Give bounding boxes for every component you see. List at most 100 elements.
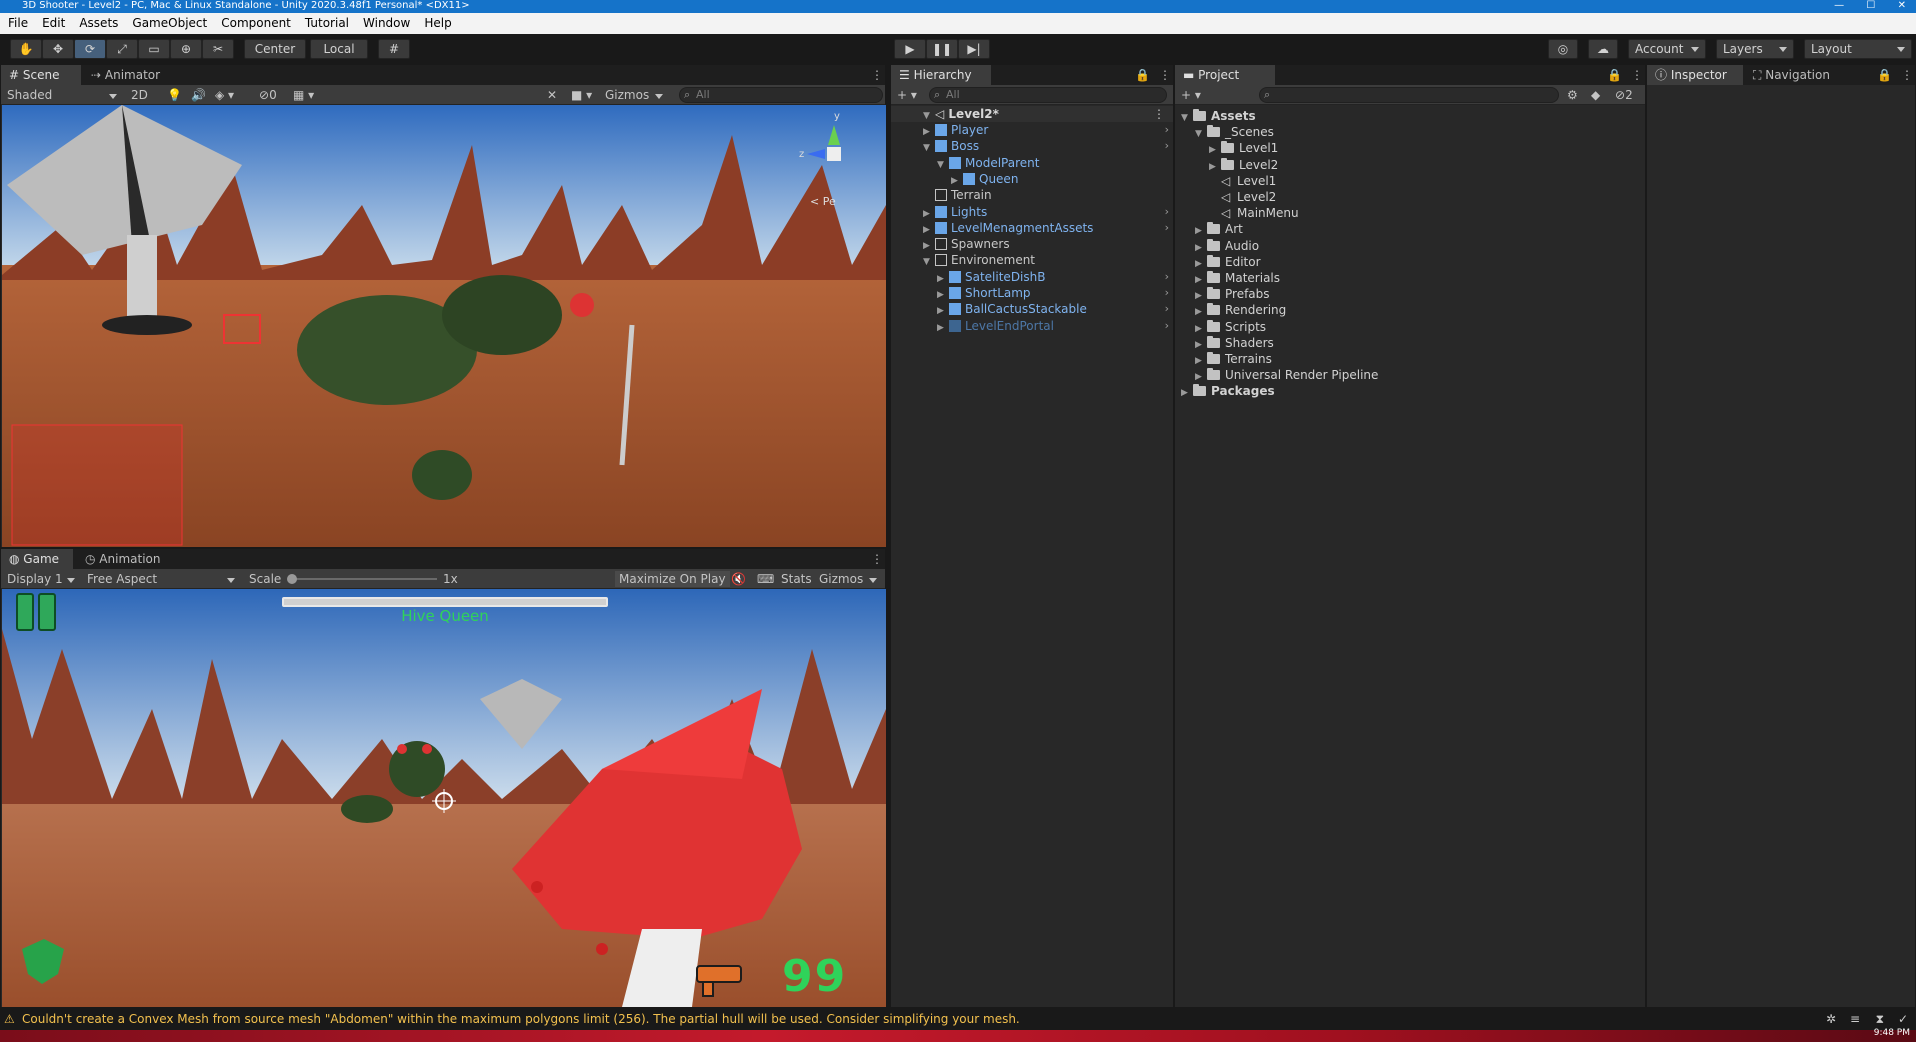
scale-tool-icon[interactable]: ⤢ (106, 39, 138, 59)
menu-help[interactable]: Help (416, 13, 457, 34)
expand-arrow-icon[interactable]: ▶ (937, 320, 949, 336)
hierarchy-item[interactable]: ▶ Spawners (891, 236, 1173, 252)
pivot-space-button[interactable]: Local (310, 39, 368, 59)
inspector-lock-icon[interactable]: 🔒 (1873, 65, 1893, 85)
open-prefab-chevron-icon[interactable]: › (1165, 301, 1169, 317)
open-prefab-chevron-icon[interactable]: › (1165, 204, 1169, 220)
project-folder-item[interactable]: ▶ Materials (1175, 270, 1645, 286)
project-menu-icon[interactable]: ⋮ (1625, 65, 1645, 85)
scale-slider-track[interactable] (291, 578, 437, 580)
project-create-button[interactable]: + ▾ (1181, 87, 1201, 103)
mode-2d-toggle[interactable]: 2D (131, 87, 151, 103)
cloud-icon[interactable]: ☁ (1588, 39, 1618, 59)
game-gizmos-dropdown[interactable]: Gizmos (819, 571, 883, 587)
project-scene-item[interactable]: ◁ MainMenu (1175, 205, 1645, 221)
hierarchy-search-input[interactable]: All (929, 87, 1167, 103)
menu-tutorial[interactable]: Tutorial (297, 13, 355, 34)
search-by-label-icon[interactable]: ◆ (1591, 87, 1600, 103)
step-button[interactable]: ▶| (958, 39, 990, 59)
tab-navigation[interactable]: ⛶ Navigation (1745, 65, 1855, 85)
account-dropdown[interactable]: Account (1628, 39, 1706, 59)
grid-snap-icon[interactable]: # (378, 39, 410, 59)
open-prefab-chevron-icon[interactable]: › (1165, 122, 1169, 138)
lighting-toggle-icon[interactable]: 💡 (167, 87, 182, 103)
hierarchy-lock-icon[interactable]: 🔒 (1131, 65, 1151, 85)
maximize-on-play-toggle[interactable]: Maximize On Play (615, 571, 730, 587)
window-controls[interactable]: — ☐ ✕ (1834, 0, 1906, 11)
play-button[interactable]: ▶ (894, 39, 926, 59)
scale-slider-handle[interactable] (287, 574, 297, 584)
effects-toggle-icon[interactable]: ◈ ▾ (215, 87, 234, 103)
layers-dropdown[interactable]: Layers (1716, 39, 1794, 59)
hierarchy-item[interactable]: Terrain (891, 187, 1173, 203)
hierarchy-item[interactable]: ▼ ModelParent (891, 155, 1173, 171)
menu-edit[interactable]: Edit (34, 13, 71, 34)
layout-dropdown[interactable]: Layout (1804, 39, 1912, 59)
pause-button[interactable]: ❚❚ (926, 39, 958, 59)
tab-scene[interactable]: # Scene (1, 65, 81, 85)
project-folder-item[interactable]: ▶ Audio (1175, 238, 1645, 254)
project-lock-icon[interactable]: 🔒 (1603, 65, 1623, 85)
hierarchy-scene-row[interactable]: ▼ ◁ Level2* ⋮ (891, 106, 1173, 122)
scene-menu-icon[interactable]: ⋮ (865, 65, 885, 85)
audio-toggle-icon[interactable]: 🔊 (191, 87, 206, 103)
mute-audio-icon[interactable]: 🔇 (731, 571, 746, 587)
camera-icon[interactable]: ■ ▾ (571, 87, 592, 103)
game-menu-icon[interactable]: ⋮ (865, 549, 885, 569)
search-by-type-icon[interactable]: ⚙ (1567, 87, 1578, 103)
project-scene-item[interactable]: ◁ Level2 (1175, 189, 1645, 205)
project-search-input[interactable] (1259, 87, 1559, 103)
project-folder-item[interactable]: ▶ Scripts (1175, 319, 1645, 335)
shading-mode-dropdown[interactable]: Shaded (7, 87, 123, 103)
open-prefab-chevron-icon[interactable]: › (1165, 318, 1169, 334)
project-folder-item[interactable]: ▼ _Scenes (1175, 124, 1645, 140)
hierarchy-item[interactable]: ▶ LevelMenagmentAssets › (891, 220, 1173, 236)
status-bar[interactable]: ⚠ Couldn't create a Convex Mesh from sou… (0, 1008, 1916, 1030)
tab-animation[interactable]: ◷ Animation (77, 549, 173, 569)
custom-tool-icon[interactable]: ✂ (202, 39, 234, 59)
hierarchy-item[interactable]: ▶ SateliteDishB › (891, 269, 1173, 285)
scene-menu-icon[interactable]: ⋮ (1153, 106, 1165, 122)
menu-file[interactable]: File (0, 13, 34, 34)
open-prefab-chevron-icon[interactable]: › (1165, 138, 1169, 154)
game-viewport[interactable]: Hive Queen 99 (2, 589, 886, 1007)
project-folder-item[interactable]: ▶ Rendering (1175, 302, 1645, 318)
project-folder-item[interactable]: ▶ Packages (1175, 383, 1645, 399)
project-folder-item[interactable]: ▶ Terrains (1175, 351, 1645, 367)
hierarchy-item[interactable]: ▶ Queen (891, 171, 1173, 187)
scene-search-input[interactable]: All (679, 87, 883, 103)
hierarchy-item[interactable]: ▶ Lights › (891, 204, 1173, 220)
hierarchy-menu-icon[interactable]: ⋮ (1153, 65, 1173, 85)
tab-hierarchy[interactable]: ☰ Hierarchy (891, 65, 991, 85)
hierarchy-create-button[interactable]: + ▾ (897, 87, 917, 103)
hierarchy-item[interactable]: ▶ ShortLamp › (891, 285, 1173, 301)
hierarchy-item[interactable]: ▶ Player › (891, 122, 1173, 138)
menu-component[interactable]: Component (213, 13, 297, 34)
hierarchy-item[interactable]: ▼ Boss › (891, 138, 1173, 154)
tab-animator[interactable]: ⇢ Animator (83, 65, 173, 85)
auto-generate-icon[interactable]: ✓ (1898, 1008, 1908, 1030)
rotate-tool-icon[interactable]: ⟳ (74, 39, 106, 59)
debug-icon[interactable]: ✲ (1826, 1008, 1836, 1030)
hierarchy-item[interactable]: ▼ Environement (891, 252, 1173, 268)
rect-tool-icon[interactable]: ▭ (138, 39, 170, 59)
display-dropdown[interactable]: Display 1 (7, 571, 81, 587)
project-folder-item[interactable]: ▶ Level2 (1175, 157, 1645, 173)
menu-assets[interactable]: Assets (71, 13, 124, 34)
expand-arrow-icon[interactable]: ▶ (1181, 385, 1193, 401)
tab-inspector[interactable]: ⓘ Inspector (1647, 65, 1743, 85)
progress-icon[interactable]: ⧗ (1876, 1008, 1884, 1030)
move-tool-icon[interactable]: ✥ (42, 39, 74, 59)
menu-window[interactable]: Window (355, 13, 416, 34)
project-folder-item[interactable]: ▶ Editor (1175, 254, 1645, 270)
project-folder-item[interactable]: ▶ Universal Render Pipeline (1175, 367, 1645, 383)
cache-icon[interactable]: ≡ (1850, 1008, 1860, 1030)
grid-toggle-icon[interactable]: ▦ ▾ (293, 87, 314, 103)
aspect-dropdown[interactable]: Free Aspect (87, 571, 241, 587)
collab-icon[interactable]: ◎ (1548, 39, 1578, 59)
hidden-packages-icon[interactable]: ⊘2 (1615, 87, 1633, 103)
open-prefab-chevron-icon[interactable]: › (1165, 220, 1169, 236)
inspector-menu-icon[interactable]: ⋮ (1895, 65, 1915, 85)
project-folder-item[interactable]: ▼ Assets (1175, 108, 1645, 124)
tab-project[interactable]: ▬ Project (1175, 65, 1275, 85)
